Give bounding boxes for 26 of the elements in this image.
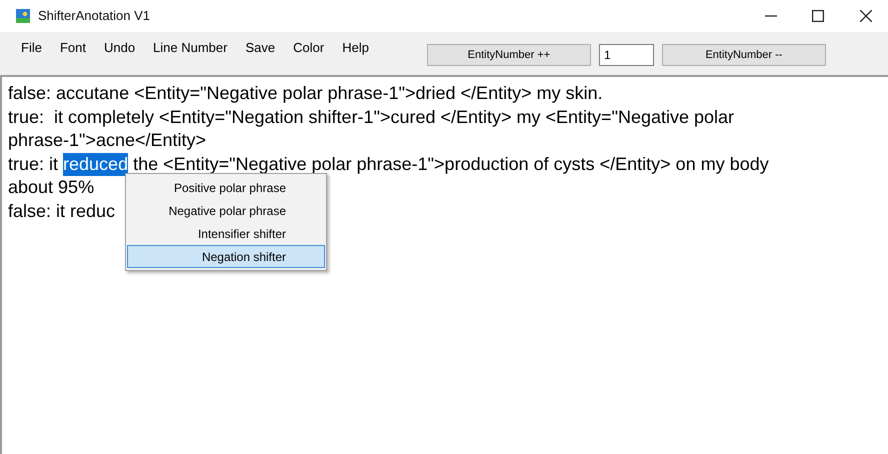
menu-item[interactable]: Font (60, 38, 86, 58)
text-line: false: it reduc (8, 200, 116, 222)
app-icon (16, 9, 30, 23)
text-line: phrase-1">acne</Entity> (8, 129, 206, 152)
entity-number-decrement-button[interactable]: EntityNumber -- (662, 44, 826, 66)
menu-item[interactable]: Undo (104, 38, 136, 58)
text-line: about 95% (8, 176, 94, 199)
context-menu-item[interactable]: Negative polar phrase (127, 199, 325, 222)
context-menu-item[interactable]: Positive polar phrase (127, 176, 325, 199)
window-title: ShifterAnotation V1 (38, 7, 150, 26)
close-icon[interactable] (860, 10, 872, 22)
menu-item[interactable]: Help (342, 38, 369, 58)
menu-item[interactable]: Save (245, 38, 276, 58)
text-line: true: it completely <Entity="Negation shifter-1">cured </Entity> my <Entity="Negative polar (8, 106, 734, 129)
text-line: the <Entity="Negative polar phrase-1">production of cysts </Entity> on my body (132, 152, 769, 176)
entity-number-increment-button[interactable]: EntityNumber ++ (426, 44, 591, 66)
context-menu-item[interactable]: Negation shifter (127, 245, 325, 268)
entity-number-field[interactable]: 1 (598, 44, 654, 66)
menu-item[interactable]: Line Number (153, 38, 228, 58)
text-line: false: accutane <Entity="Negative polar phrase-1">dried </Entity> my skin. (8, 82, 603, 105)
maximize-icon[interactable] (812, 10, 824, 22)
selected-text: reduced (63, 152, 128, 176)
context-menu-item[interactable]: Intensifier shifter (127, 222, 325, 245)
menu-item[interactable]: Color (293, 38, 324, 58)
text-line: true: it (8, 152, 60, 176)
menu-item[interactable]: File (21, 38, 42, 58)
